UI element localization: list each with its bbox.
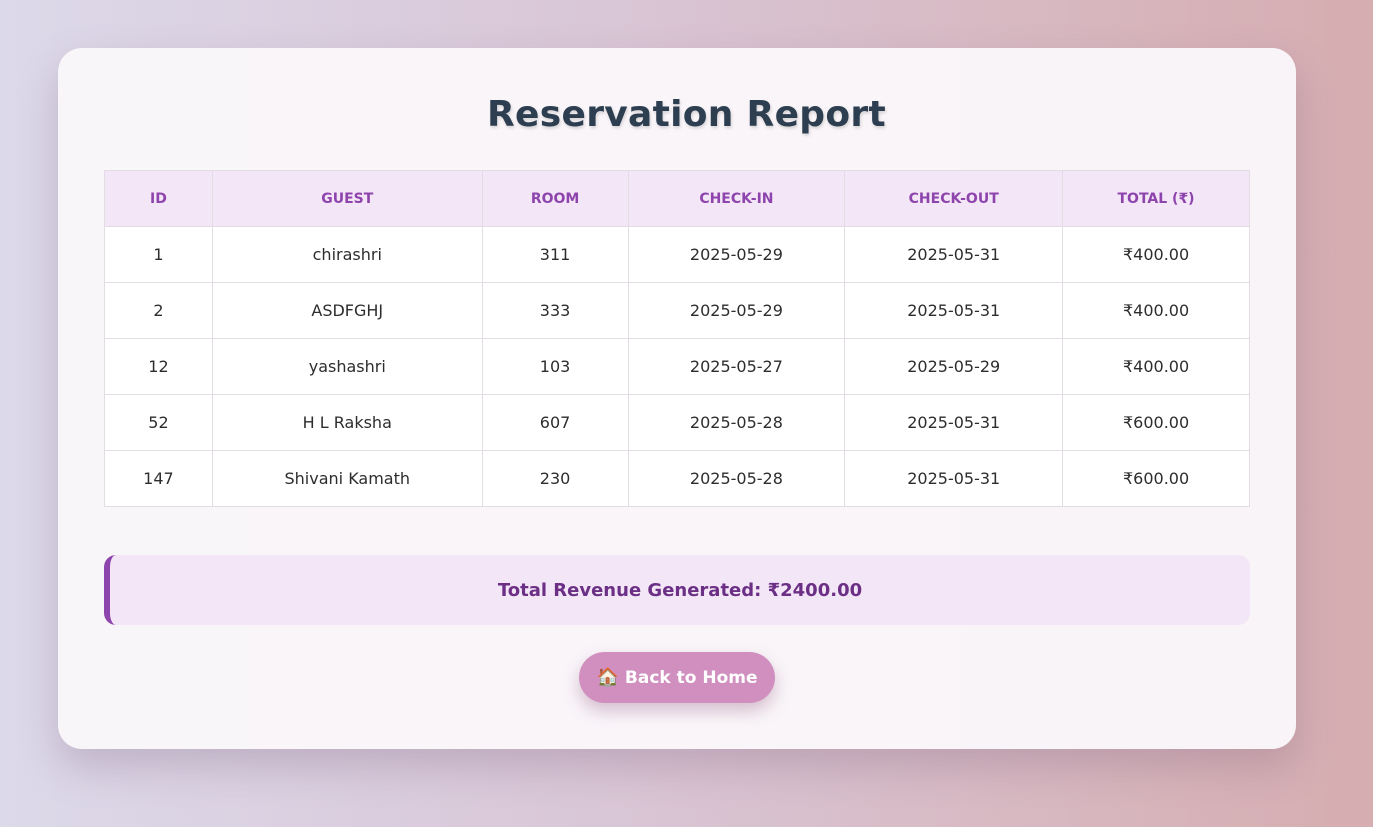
cell-check-in: 2025-05-28 <box>627 394 846 451</box>
cell-room: 607 <box>481 394 629 451</box>
cell-room: 311 <box>481 226 629 283</box>
cell-check-out: 2025-05-31 <box>844 226 1064 283</box>
table-row: 1 chirashri 311 2025-05-29 2025-05-31 ₹4… <box>104 226 1250 283</box>
total-revenue-banner: Total Revenue Generated: ₹2400.00 <box>104 555 1250 625</box>
cell-id: 52 <box>104 394 213 451</box>
cell-total: ₹600.00 <box>1062 450 1250 507</box>
table-row: 147 Shivani Kamath 230 2025-05-28 2025-0… <box>104 450 1250 507</box>
column-header-id: ID <box>104 170 213 227</box>
cell-guest: ASDFGHJ <box>211 282 483 339</box>
cell-check-in: 2025-05-28 <box>627 450 846 507</box>
total-revenue-text: Total Revenue Generated: ₹2400.00 <box>497 579 863 601</box>
table-header-row: ID GUEST ROOM CHECK-IN CHECK-OUT TOTAL (… <box>104 170 1250 227</box>
column-header-total: TOTAL (₹) <box>1062 170 1250 227</box>
cell-guest: Shivani Kamath <box>211 450 483 507</box>
cell-guest: H L Raksha <box>211 394 483 451</box>
cell-check-out: 2025-05-31 <box>844 282 1064 339</box>
cell-guest: chirashri <box>211 226 483 283</box>
table-row: 52 H L Raksha 607 2025-05-28 2025-05-31 … <box>104 394 1250 451</box>
column-header-room: ROOM <box>481 170 629 227</box>
house-icon: 🏠 <box>596 666 619 688</box>
cell-total: ₹400.00 <box>1062 226 1250 283</box>
cell-guest: yashashri <box>211 338 483 395</box>
cell-check-out: 2025-05-31 <box>844 394 1064 451</box>
cell-check-in: 2025-05-29 <box>627 282 846 339</box>
cell-total: ₹400.00 <box>1062 282 1250 339</box>
reservation-table: ID GUEST ROOM CHECK-IN CHECK-OUT TOTAL (… <box>104 170 1250 507</box>
cell-check-out: 2025-05-29 <box>844 338 1064 395</box>
back-to-home-label: Back to Home <box>624 667 758 688</box>
page-title: Reservation Report <box>487 94 886 135</box>
cell-room: 333 <box>481 282 629 339</box>
back-to-home-button[interactable]: 🏠 Back to Home <box>579 652 775 703</box>
table-row: 2 ASDFGHJ 333 2025-05-29 2025-05-31 ₹400… <box>104 282 1250 339</box>
cell-check-in: 2025-05-29 <box>627 226 846 283</box>
column-header-check-in: CHECK-IN <box>627 170 846 227</box>
column-header-guest: GUEST <box>211 170 483 227</box>
cell-id: 1 <box>104 226 213 283</box>
cell-id: 2 <box>104 282 213 339</box>
cell-total: ₹600.00 <box>1062 394 1250 451</box>
cell-id: 147 <box>104 450 213 507</box>
table-row: 12 yashashri 103 2025-05-27 2025-05-29 ₹… <box>104 338 1250 395</box>
column-header-check-out: CHECK-OUT <box>844 170 1064 227</box>
cell-check-out: 2025-05-31 <box>844 450 1064 507</box>
cell-room: 103 <box>481 338 629 395</box>
cell-id: 12 <box>104 338 213 395</box>
cell-room: 230 <box>481 450 629 507</box>
cell-check-in: 2025-05-27 <box>627 338 846 395</box>
cell-total: ₹400.00 <box>1062 338 1250 395</box>
